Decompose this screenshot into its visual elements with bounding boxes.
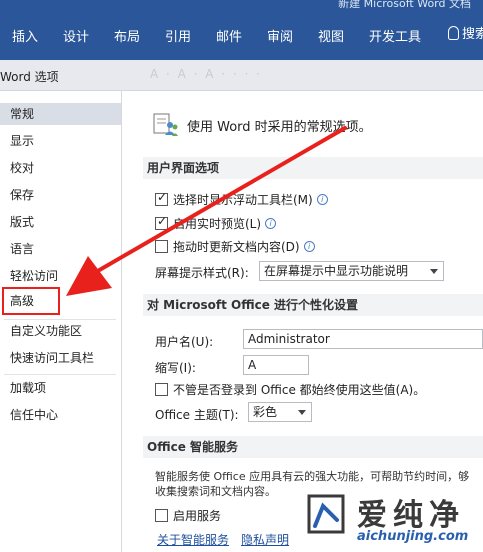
sidebar-item-trust-center[interactable]: 信任中心 <box>0 404 121 426</box>
sidebar-item-general[interactable]: 常规 <box>0 103 121 125</box>
tab-references[interactable]: 引用 <box>165 26 191 45</box>
tab-review[interactable]: 审阅 <box>267 26 293 45</box>
sidebar-item-layout[interactable]: 版式 <box>0 211 121 233</box>
watermark-logo-icon <box>307 494 345 534</box>
office-theme-value: 彩色 <box>253 405 278 419</box>
about-intelligent-services-link[interactable]: 关于智能服务 <box>157 531 229 548</box>
sidebar-item-quick-access[interactable]: 快速访问工具栏 <box>0 347 121 369</box>
sidebar-item-accessibility[interactable]: 轻松访问 <box>0 265 121 287</box>
enable-services-checkbox[interactable] <box>155 509 168 522</box>
info-icon: i <box>316 194 328 205</box>
chevron-down-icon <box>430 269 438 274</box>
ghost-toolbar-text: A · A · A · · · · <box>150 67 263 81</box>
tell-me-label: 搜索 <box>462 27 483 42</box>
screentip-style-label: 屏幕提示样式(R): <box>155 266 249 280</box>
info-icon: i <box>303 241 315 252</box>
mini-toolbar-label: 选择时显示浮动工具栏(M) <box>173 193 313 207</box>
options-sidebar: 常规 显示 校对 保存 版式 语言 轻松访问 高级 自定义功能区 快速访问工具栏… <box>0 91 122 552</box>
tab-developer[interactable]: 开发工具 <box>369 26 421 45</box>
dialog-title: Word 选项 <box>0 70 59 84</box>
drag-update-option[interactable]: 拖动时更新文档内容(D) i <box>155 238 315 255</box>
sidebar-item-display[interactable]: 显示 <box>0 130 121 152</box>
enable-services-option[interactable]: 启用服务 <box>155 507 221 524</box>
title-bar: 新建 Microsoft Word 文档 <box>0 0 483 10</box>
privacy-statement-link[interactable]: 隐私声明 <box>241 531 289 548</box>
chevron-down-icon <box>298 410 306 415</box>
live-preview-option[interactable]: 启用实时预览(L) i <box>155 214 277 232</box>
live-preview-checkbox[interactable] <box>155 214 168 230</box>
tell-me-search[interactable]: 搜索 <box>448 23 483 42</box>
dialog-title-bar: Word 选项 A · A · A · · · · <box>0 60 483 90</box>
initials-label: 缩写(I): <box>155 361 196 375</box>
enable-services-label: 启用服务 <box>173 509 222 523</box>
lightbulb-icon <box>448 26 459 40</box>
word-options-dialog: 常规 显示 校对 保存 版式 语言 轻松访问 高级 自定义功能区 快速访问工具栏… <box>0 90 483 552</box>
tab-mailings[interactable]: 邮件 <box>216 26 242 45</box>
watermark-brand: 爱纯净 <box>357 498 465 533</box>
live-preview-label: 启用实时预览(L) <box>173 217 262 231</box>
sidebar-item-language[interactable]: 语言 <box>0 238 121 260</box>
sidebar-divider <box>4 374 116 375</box>
always-use-checkbox[interactable] <box>155 383 168 396</box>
ui-options-section-title: 用户界面选项 <box>143 157 483 179</box>
username-field[interactable]: Administrator <box>243 329 483 349</box>
sidebar-item-save[interactable]: 保存 <box>0 184 121 206</box>
options-header: 使用 Word 时采用的常规选项。 <box>187 120 372 135</box>
always-use-option[interactable]: 不管是否登录到 Office 都始终使用这些值(A)。 <box>155 381 425 398</box>
always-use-label: 不管是否登录到 Office 都始终使用这些值(A)。 <box>173 383 426 397</box>
ribbon: 插入 设计 布局 引用 邮件 审阅 视图 开发工具 搜索 <box>0 10 483 60</box>
intelligent-services-section-title: Office 智能服务 <box>143 436 483 458</box>
mini-toolbar-checkbox[interactable] <box>155 190 168 206</box>
screentip-style-select[interactable]: 在屏幕提示中显示功能说明 <box>259 261 444 281</box>
drag-update-label: 拖动时更新文档内容(D) <box>173 240 300 254</box>
office-theme-label: Office 主题(T): <box>155 408 239 422</box>
tab-view[interactable]: 视图 <box>318 26 344 45</box>
mini-toolbar-option[interactable]: 选择时显示浮动工具栏(M) i <box>155 190 328 208</box>
initials-field[interactable]: A <box>243 355 309 375</box>
sidebar-item-addins[interactable]: 加载项 <box>0 377 121 399</box>
tab-layout[interactable]: 布局 <box>114 26 140 45</box>
tab-design[interactable]: 设计 <box>63 26 89 45</box>
watermark-url: aichunjing.com <box>357 529 469 544</box>
screentip-style-value: 在屏幕提示中显示功能说明 <box>264 264 409 278</box>
tab-insert[interactable]: 插入 <box>12 26 38 45</box>
options-content: 使用 Word 时采用的常规选项。 用户界面选项 选择时显示浮动工具栏(M) i… <box>123 91 483 552</box>
general-options-icon <box>153 113 178 136</box>
info-icon: i <box>265 218 277 229</box>
watermark: 爱纯净 aichunjing.com <box>295 488 483 551</box>
sidebar-item-proofing[interactable]: 校对 <box>0 157 121 179</box>
sidebar-item-customize-ribbon[interactable]: 自定义功能区 <box>0 320 121 342</box>
username-label: 用户名(U): <box>155 335 214 349</box>
drag-update-checkbox[interactable] <box>155 240 168 253</box>
advanced-highlight-box <box>2 287 60 315</box>
office-theme-select[interactable]: 彩色 <box>248 402 312 422</box>
personalize-section-title: 对 Microsoft Office 进行个性化设置 <box>143 294 483 316</box>
